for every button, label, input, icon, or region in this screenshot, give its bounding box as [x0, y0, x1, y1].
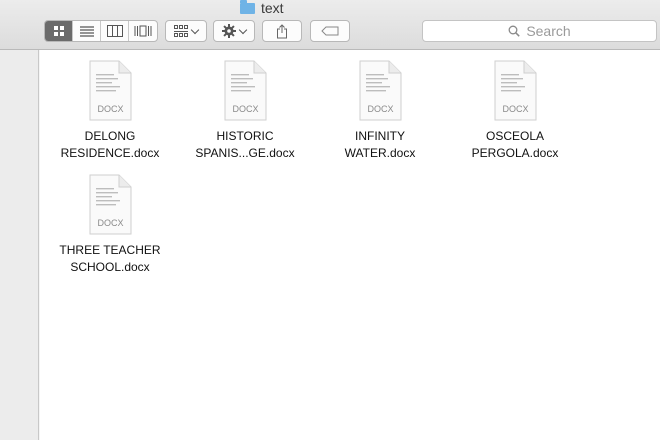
- sidebar: [0, 50, 39, 440]
- gear-icon: [222, 24, 236, 38]
- arrange-icon: [174, 25, 188, 37]
- file-name: THREE TEACHER SCHOOL.docx: [59, 243, 161, 274]
- chevron-down-icon: [190, 25, 200, 34]
- docx-file-icon: DOCX: [89, 60, 132, 121]
- file-item[interactable]: DOCX INFINITY WATER.docx: [310, 60, 450, 162]
- list-icon: [79, 26, 94, 37]
- search-placeholder: Search: [526, 23, 571, 39]
- columns-icon: [106, 25, 123, 37]
- icon-view-button[interactable]: [45, 21, 73, 41]
- file-name: DELONG RESIDENCE.docx: [60, 129, 160, 160]
- docx-file-icon: DOCX: [359, 60, 402, 121]
- docx-file-icon: DOCX: [494, 60, 537, 121]
- search-field[interactable]: Search: [422, 20, 657, 42]
- folder-icon: [240, 0, 255, 14]
- column-view-button[interactable]: [101, 21, 129, 41]
- view-mode-segmented-control: [44, 20, 158, 42]
- file-item[interactable]: DOCX OSCEOLA PERGOLA.docx: [445, 60, 585, 162]
- window-title-text: text: [261, 0, 284, 16]
- file-name: HISTORIC SPANIS...GE.docx: [195, 129, 295, 160]
- file-name: INFINITY WATER.docx: [344, 129, 416, 160]
- action-button[interactable]: [213, 20, 255, 42]
- file-icon-grid: DOCX DELONG RESIDENCE.docx DOCX HISTORIC…: [40, 50, 660, 440]
- file-name: OSCEOLA PERGOLA.docx: [471, 129, 559, 160]
- svg-text:DOCX: DOCX: [502, 104, 528, 114]
- svg-text:DOCX: DOCX: [232, 104, 258, 114]
- file-item[interactable]: DOCX HISTORIC SPANIS...GE.docx: [175, 60, 315, 162]
- svg-text:DOCX: DOCX: [97, 104, 123, 114]
- svg-text:DOCX: DOCX: [367, 104, 393, 114]
- cover-flow-view-button[interactable]: [129, 21, 157, 41]
- arrange-button[interactable]: [165, 20, 207, 42]
- chevron-down-icon: [238, 25, 248, 34]
- tag-button[interactable]: [310, 20, 350, 42]
- window-title: text: [240, 0, 284, 16]
- docx-file-icon: DOCX: [224, 60, 267, 121]
- list-view-button[interactable]: [73, 21, 101, 41]
- toolbar: text Search: [0, 0, 660, 50]
- file-item[interactable]: DOCX THREE TEACHER SCHOOL.docx: [40, 174, 180, 276]
- search-icon: [508, 25, 521, 37]
- tag-icon: [321, 26, 339, 36]
- svg-text:DOCX: DOCX: [97, 218, 123, 228]
- docx-file-icon: DOCX: [89, 174, 132, 235]
- share-icon: [277, 23, 287, 38]
- share-button[interactable]: [262, 20, 302, 42]
- cover-flow-icon: [134, 25, 152, 37]
- grid-icon: [53, 26, 64, 36]
- file-item[interactable]: DOCX DELONG RESIDENCE.docx: [40, 60, 180, 162]
